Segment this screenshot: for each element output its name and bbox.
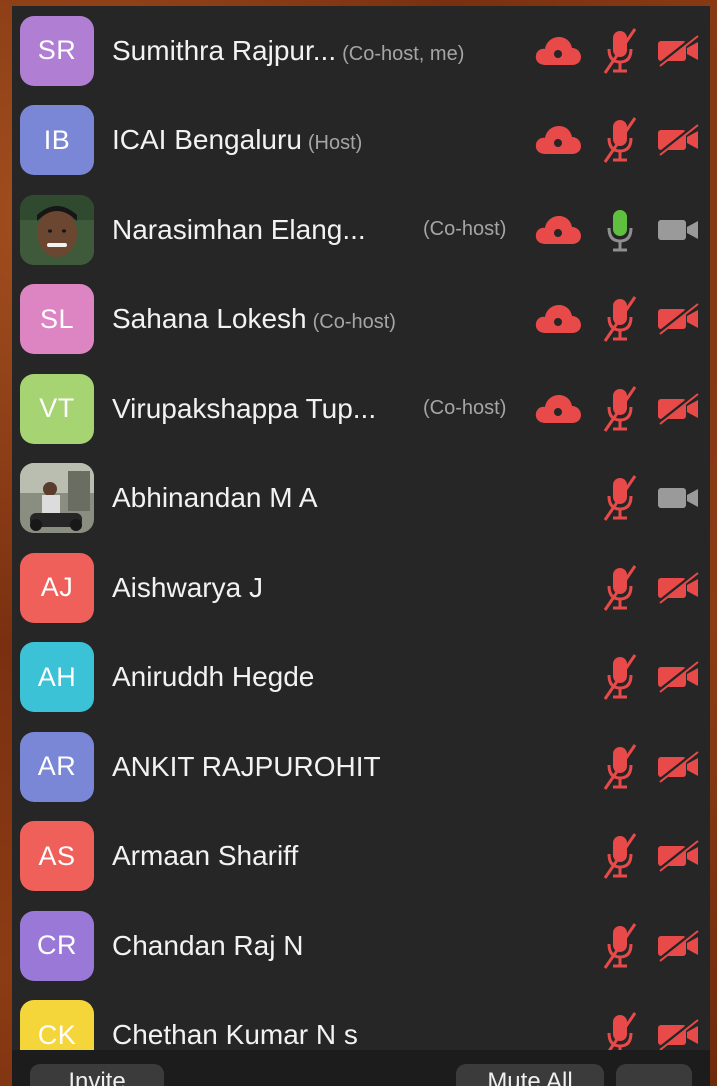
participant-name: Virupakshappa Tup...: [112, 393, 376, 425]
participant-role: (Co-host): [423, 397, 507, 420]
participant-name: Sumithra Rajpur... (Co-host, me): [112, 35, 464, 67]
video-off-icon[interactable]: [656, 571, 700, 605]
cloud-recording-icon: [535, 36, 581, 65]
video-off-icon[interactable]: [656, 750, 700, 784]
video-off-icon[interactable]: [656, 34, 700, 68]
participant-row[interactable]: SR Sumithra Rajpur... (Co-host, me): [12, 6, 710, 96]
participant-role: (Co-host, me): [342, 42, 465, 65]
avatar: AS: [20, 821, 94, 892]
participant-row[interactable]: AH Aniruddh Hegde: [12, 633, 710, 723]
participant-name-text: Aniruddh Hegde: [112, 661, 315, 693]
participant-name-text: Armaan Shariff: [112, 840, 299, 872]
participant-name-text: Aishwarya J: [112, 571, 263, 603]
cloud-recording-icon: [535, 305, 581, 334]
bottom-toolbar: Invite Mute All ...: [12, 1050, 710, 1086]
participant-role: (Host): [307, 132, 363, 155]
avatar: AR: [20, 731, 94, 802]
participant-list[interactable]: SR Sumithra Rajpur... (Co-host, me) IB ICAI …: [12, 6, 710, 1080]
participant-name-text: ICAI Bengaluru: [112, 124, 302, 156]
participant-name-text: Sumithra Rajpur...: [112, 34, 337, 66]
video-on-icon[interactable]: [656, 213, 700, 247]
participant-name: ANKIT RAJPUROHIT: [112, 751, 381, 783]
mic-muted-icon[interactable]: [600, 922, 640, 970]
mic-muted-icon[interactable]: [600, 743, 640, 791]
avatar: IB: [20, 105, 94, 176]
participant-row[interactable]: IB ICAI Bengaluru (Host): [12, 96, 710, 186]
participant-name-text: Chandan Raj N: [112, 929, 304, 961]
video-off-icon[interactable]: [656, 839, 700, 873]
video-off-icon[interactable]: [656, 660, 700, 694]
video-off-icon[interactable]: [656, 929, 700, 963]
participant-row[interactable]: AR ANKIT RAJPUROHIT: [12, 722, 710, 812]
participant-name: Narasimhan Elang...: [112, 214, 366, 246]
participant-name: ICAI Bengaluru (Host): [112, 124, 362, 156]
mic-muted-icon[interactable]: [600, 295, 640, 343]
mic-on-icon[interactable]: [600, 206, 640, 254]
mic-muted-icon[interactable]: [600, 27, 640, 75]
avatar: SL: [20, 284, 94, 355]
video-off-icon[interactable]: [656, 392, 700, 426]
participant-name-text: Abhinandan M A: [112, 482, 318, 514]
video-off-icon[interactable]: [656, 1018, 700, 1052]
mic-muted-icon[interactable]: [600, 116, 640, 164]
invite-button[interactable]: Invite: [30, 1064, 164, 1086]
mute-all-button[interactable]: Mute All: [456, 1064, 604, 1086]
avatar: [20, 194, 94, 265]
cloud-recording-icon: [535, 394, 581, 423]
participant-row[interactable]: CR Chandan Raj N: [12, 901, 710, 991]
cloud-recording-icon: [535, 215, 581, 244]
participant-name: Chandan Raj N: [112, 930, 303, 962]
participant-row[interactable]: Narasimhan Elang... (Co-host): [12, 185, 710, 275]
participant-name: Sahana Lokesh (Co-host): [112, 303, 396, 335]
participant-name-text: Chethan Kumar N s: [112, 1019, 358, 1051]
participant-role: (Co-host): [312, 311, 396, 334]
avatar: VT: [20, 373, 94, 444]
mic-muted-icon[interactable]: [600, 474, 640, 522]
participant-row[interactable]: Abhinandan M A: [12, 454, 710, 544]
participant-name: Armaan Shariff: [112, 840, 298, 872]
cloud-recording-icon: [535, 126, 581, 155]
mic-muted-icon[interactable]: [600, 832, 640, 880]
avatar: AJ: [20, 552, 94, 623]
avatar: CR: [20, 910, 94, 981]
participant-row[interactable]: SL Sahana Lokesh (Co-host): [12, 275, 710, 365]
avatar: SR: [20, 15, 94, 86]
more-button[interactable]: ...: [616, 1064, 692, 1086]
participant-name-text: Sahana Lokesh: [112, 303, 307, 335]
video-on-icon[interactable]: [656, 481, 700, 515]
participant-name: Abhinandan M A: [112, 482, 318, 514]
participant-row[interactable]: AS Armaan Shariff: [12, 812, 710, 902]
participants-panel: SR Sumithra Rajpur... (Co-host, me) IB ICAI …: [12, 6, 710, 1086]
avatar: AH: [20, 642, 94, 713]
video-off-icon[interactable]: [656, 302, 700, 336]
participant-row[interactable]: VT Virupakshappa Tup... (Co-host): [12, 364, 710, 454]
mic-muted-icon[interactable]: [600, 564, 640, 612]
mic-muted-icon[interactable]: [600, 653, 640, 701]
participant-row[interactable]: AJ Aishwarya J: [12, 543, 710, 633]
participant-name-text: ANKIT RAJPUROHIT: [112, 750, 381, 782]
video-off-icon[interactable]: [656, 123, 700, 157]
avatar: [20, 463, 94, 534]
participant-name: Aishwarya J: [112, 572, 263, 604]
participant-role: (Co-host): [423, 218, 507, 241]
participant-name-text: Virupakshappa Tup...: [112, 392, 377, 424]
participant-name: Chethan Kumar N s: [112, 1019, 358, 1051]
participant-name-text: Narasimhan Elang...: [112, 213, 366, 245]
mic-muted-icon[interactable]: [600, 385, 640, 433]
participant-name: Aniruddh Hegde: [112, 661, 314, 693]
